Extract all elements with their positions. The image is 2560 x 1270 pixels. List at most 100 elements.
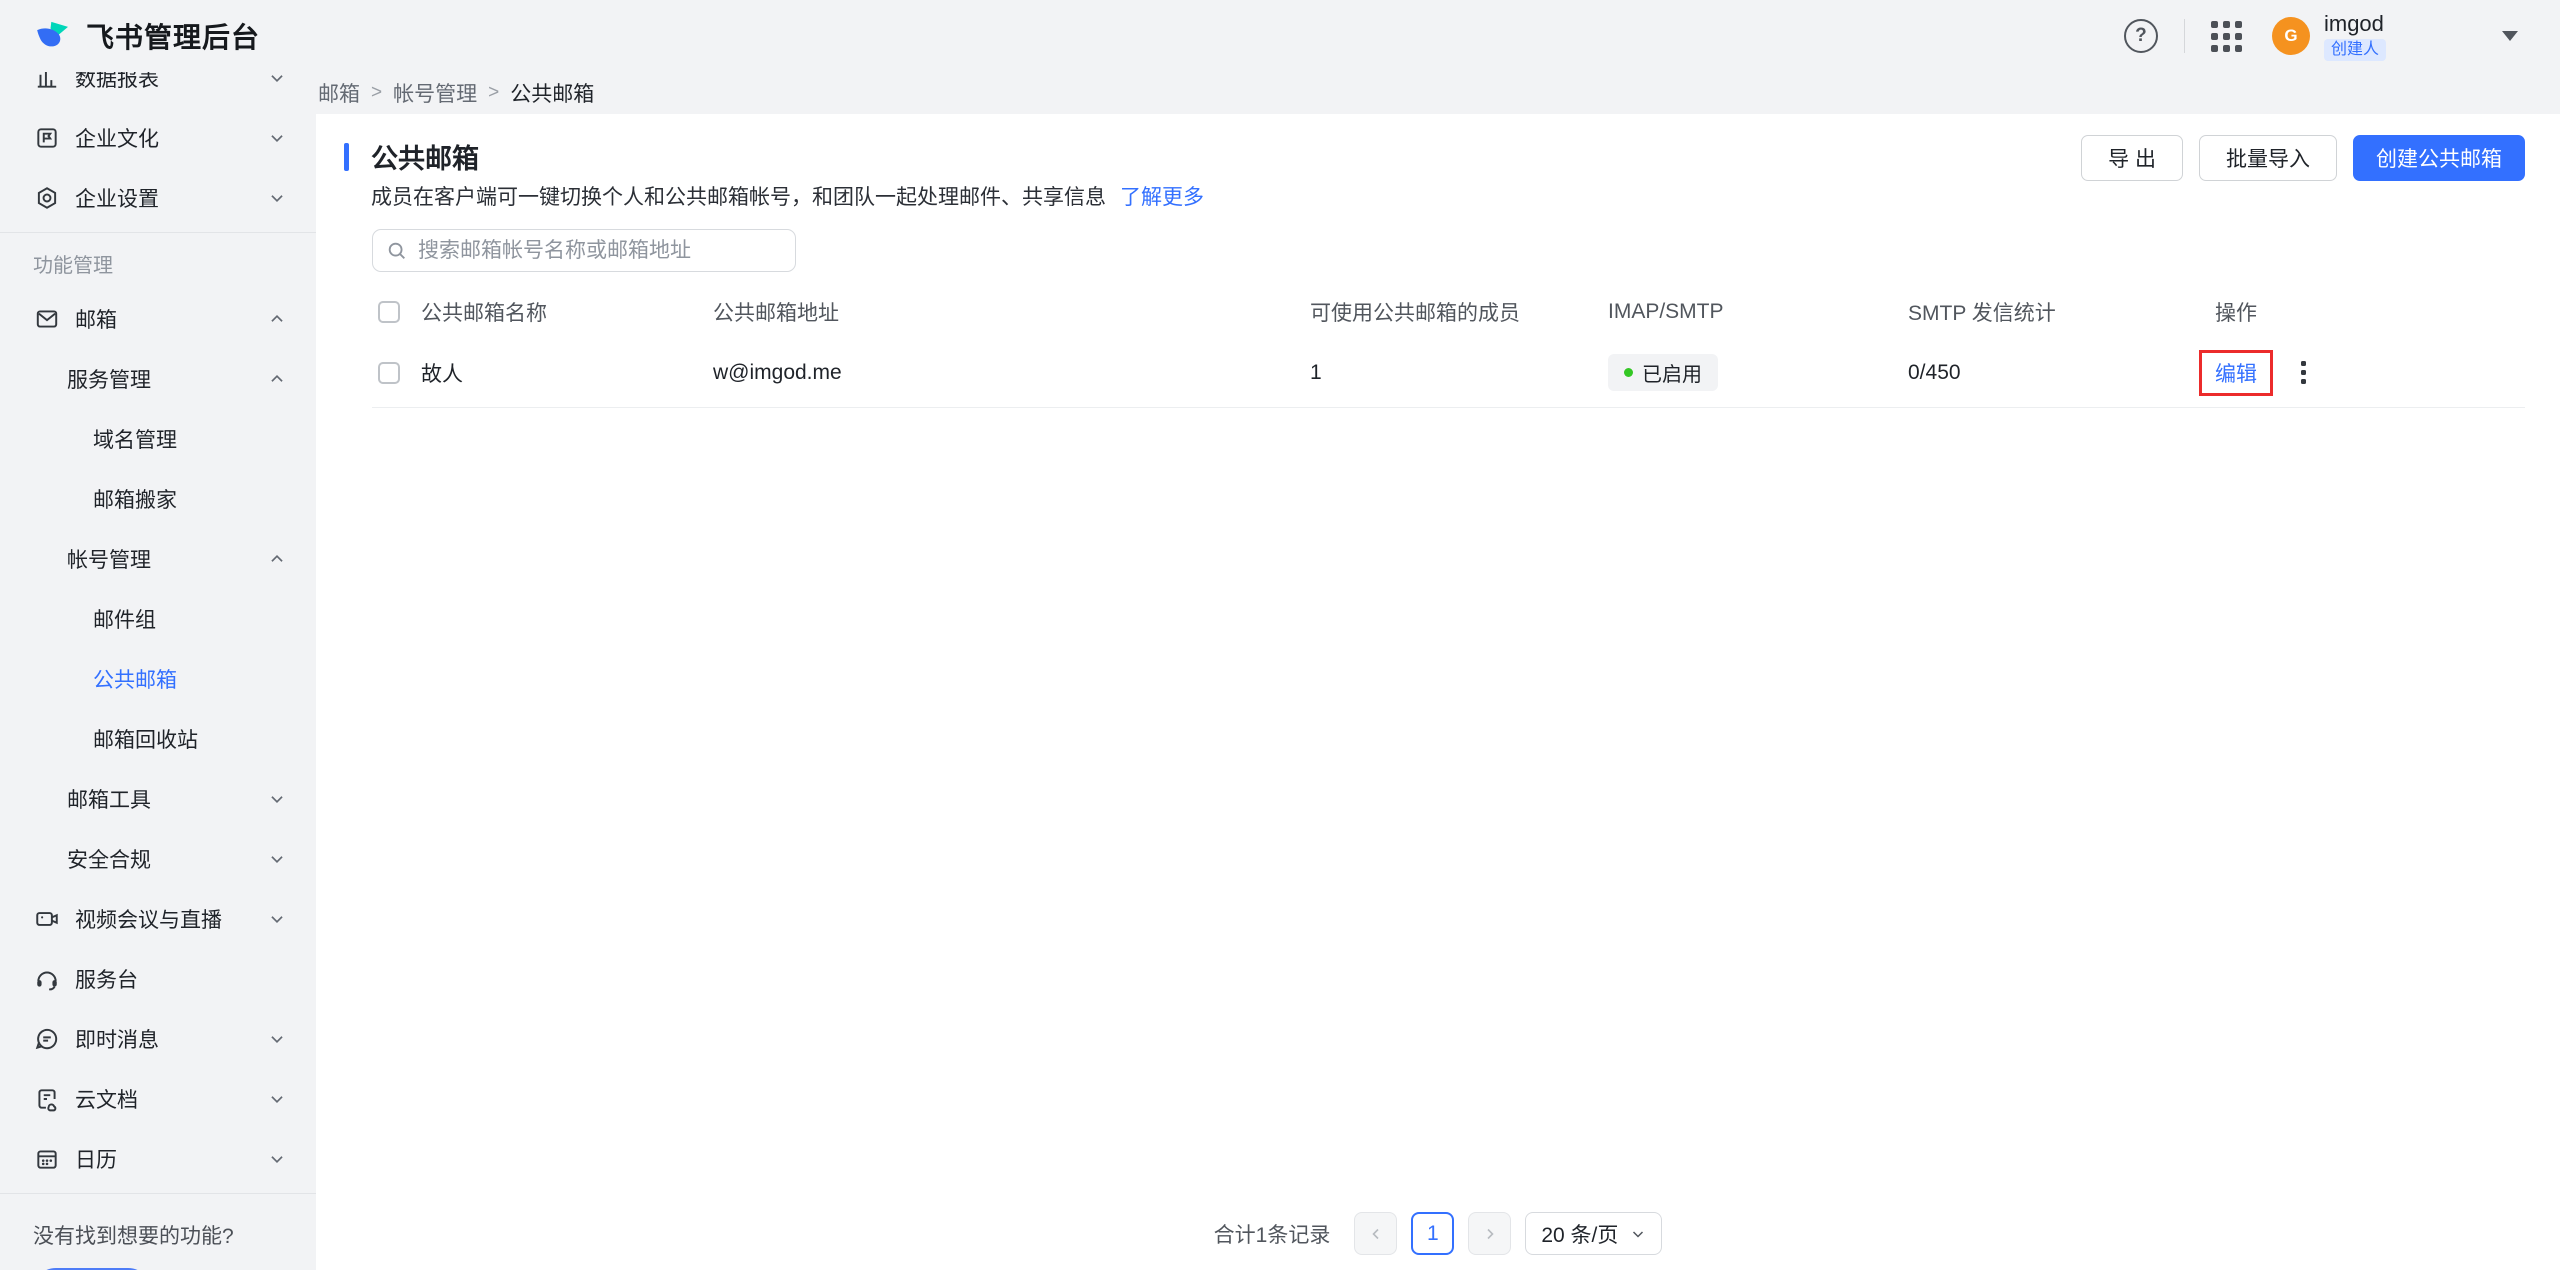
column-header-imap-smtp: IMAP/SMTP xyxy=(1608,300,1908,324)
search-icon xyxy=(386,240,408,262)
sidebar-item-company-settings[interactable]: 企业设置 xyxy=(0,168,316,228)
edit-link[interactable]: 编辑 xyxy=(2215,363,2257,386)
sidebar: 数据报表 企业文化 企业设置 功能管理 xyxy=(0,72,316,1270)
settings-hexagon-icon xyxy=(33,185,60,212)
sidebar-divider xyxy=(0,232,316,233)
topbar-divider xyxy=(2184,19,2185,53)
title-accent-bar xyxy=(344,143,349,171)
chevron-down-icon xyxy=(268,129,286,147)
bulk-import-button[interactable]: 批量导入 xyxy=(2199,135,2337,181)
sidebar-item-mailbox-migration[interactable]: 邮箱搬家 xyxy=(0,469,316,529)
avatar[interactable]: G xyxy=(2272,17,2310,55)
sidebar-item-corporate-culture[interactable]: 企业文化 xyxy=(0,108,316,168)
header-actions: 导 出 批量导入 创建公共邮箱 xyxy=(2081,135,2525,181)
bar-chart-icon xyxy=(33,72,60,92)
sidebar-footer-question: 没有找到想要的功能? xyxy=(33,1220,316,1250)
cell-members-count: 1 xyxy=(1310,361,1608,385)
public-mailbox-table: 公共邮箱名称 公共邮箱地址 可使用公共邮箱的成员 IMAP/SMTP SMTP … xyxy=(372,286,2525,408)
chevron-up-icon xyxy=(268,550,286,568)
learn-more-link[interactable]: 了解更多 xyxy=(1120,186,1204,209)
breadcrumb-account-management[interactable]: 帐号管理 xyxy=(393,78,477,108)
prev-page-button[interactable] xyxy=(1354,1212,1397,1255)
calendar-icon xyxy=(33,1146,60,1173)
main-content: 公共邮箱 成员在客户端可一键切换个人和公共邮箱帐号，和团队一起处理邮件、共享信息… xyxy=(316,114,2560,1270)
chevron-up-icon xyxy=(268,370,286,388)
sidebar-item-cloud-docs[interactable]: 云文档 xyxy=(0,1069,316,1129)
sidebar-item-domain-management[interactable]: 域名管理 xyxy=(0,409,316,469)
sidebar-divider xyxy=(0,1193,316,1194)
cell-mailbox-name: 故人 xyxy=(421,358,713,388)
sidebar-item-account-management[interactable]: 帐号管理 xyxy=(0,529,316,589)
chevron-down-icon xyxy=(268,1090,286,1108)
table-header: 公共邮箱名称 公共邮箱地址 可使用公共邮箱的成员 IMAP/SMTP SMTP … xyxy=(372,286,2525,338)
sidebar-item-service-management[interactable]: 服务管理 xyxy=(0,349,316,409)
chevron-down-icon xyxy=(268,1030,286,1048)
search-input[interactable] xyxy=(418,239,782,263)
chevron-down-icon xyxy=(268,189,286,207)
user-role-badge: 创建人 xyxy=(2324,39,2386,61)
kebab-menu-icon[interactable] xyxy=(2297,357,2310,388)
row-checkbox[interactable] xyxy=(378,362,400,384)
cloud-doc-icon xyxy=(33,1086,60,1113)
sidebar-item-mail[interactable]: 邮箱 xyxy=(0,289,316,349)
select-all-checkbox[interactable] xyxy=(378,301,400,323)
breadcrumb-mail[interactable]: 邮箱 xyxy=(318,78,360,108)
status-dot-icon xyxy=(1624,368,1633,377)
pagination-total: 合计1条记录 xyxy=(1214,1219,1331,1249)
column-header-name: 公共邮箱名称 xyxy=(421,297,713,327)
culture-flag-icon xyxy=(33,125,60,152)
pagination: 合计1条记录 1 20 条/页 xyxy=(316,1212,2560,1255)
user-name: imgod xyxy=(2324,11,2384,36)
cell-mailbox-address: w@imgod.me xyxy=(713,361,1310,385)
status-badge: 已启用 xyxy=(1608,354,1718,391)
feishu-logo-icon xyxy=(33,16,73,56)
sidebar-item-data-report[interactable]: 数据报表 xyxy=(0,72,316,108)
chevron-down-icon xyxy=(1630,1226,1646,1242)
topbar-right: ? G imgod 创建人 xyxy=(2124,11,2518,62)
cell-imap-status: 已启用 xyxy=(1608,354,1908,391)
headset-icon xyxy=(33,966,60,993)
annotation-red-box: 编辑 xyxy=(2199,350,2273,396)
sidebar-item-mailbox-recycle-bin[interactable]: 邮箱回收站 xyxy=(0,709,316,769)
next-page-button[interactable] xyxy=(1468,1212,1511,1255)
page-description: 成员在客户端可一键切换个人和公共邮箱帐号，和团队一起处理邮件、共享信息了解更多 xyxy=(371,181,1204,211)
mail-icon xyxy=(33,306,60,333)
column-header-address: 公共邮箱地址 xyxy=(713,297,1310,327)
breadcrumb: 邮箱 > 帐号管理 > 公共邮箱 xyxy=(318,72,594,114)
caret-down-icon[interactable] xyxy=(2502,31,2518,41)
sidebar-item-calendar[interactable]: 日历 xyxy=(0,1129,316,1189)
app-logo: 飞书管理后台 xyxy=(33,16,260,56)
video-camera-icon xyxy=(33,906,60,933)
search-box[interactable] xyxy=(372,229,796,272)
export-button[interactable]: 导 出 xyxy=(2081,135,2183,181)
table-row: 故人 w@imgod.me 1 已启用 0/450 编辑 xyxy=(372,338,2525,408)
create-public-mailbox-button[interactable]: 创建公共邮箱 xyxy=(2353,135,2525,181)
sidebar-item-security-compliance[interactable]: 安全合规 xyxy=(0,829,316,889)
column-header-members: 可使用公共邮箱的成员 xyxy=(1310,297,1608,327)
current-page-button[interactable]: 1 xyxy=(1411,1212,1454,1255)
user-meta[interactable]: imgod 创建人 xyxy=(2324,11,2386,62)
sidebar-item-service-desk[interactable]: 服务台 xyxy=(0,949,316,1009)
product-title: 飞书管理后台 xyxy=(86,16,260,56)
apps-grid-icon[interactable] xyxy=(2211,21,2242,52)
sidebar-item-instant-message[interactable]: 即时消息 xyxy=(0,1009,316,1069)
chevron-down-icon xyxy=(268,1150,286,1168)
column-header-actions: 操作 xyxy=(2215,297,2525,327)
sidebar-item-public-mailbox[interactable]: 公共邮箱 xyxy=(0,649,316,709)
help-icon[interactable]: ? xyxy=(2124,19,2158,53)
breadcrumb-separator: > xyxy=(371,82,382,104)
sidebar-item-mail-group[interactable]: 邮件组 xyxy=(0,589,316,649)
chat-bubble-icon xyxy=(33,1026,60,1053)
topbar: 飞书管理后台 ? G imgod 创建人 xyxy=(0,0,2560,72)
chevron-up-icon xyxy=(268,310,286,328)
chevron-down-icon xyxy=(268,790,286,808)
page-size-select[interactable]: 20 条/页 xyxy=(1525,1212,1662,1255)
sidebar-item-video-meeting-live[interactable]: 视频会议与直播 xyxy=(0,889,316,949)
page-title: 公共邮箱 xyxy=(371,137,479,176)
cell-smtp-stats: 0/450 xyxy=(1908,361,2215,385)
sidebar-section-function-management: 功能管理 xyxy=(0,237,316,289)
chevron-down-icon xyxy=(268,72,286,87)
sidebar-item-mailbox-tools[interactable]: 邮箱工具 xyxy=(0,769,316,829)
chevron-down-icon xyxy=(268,910,286,928)
column-header-smtp-stats: SMTP 发信统计 xyxy=(1908,297,2215,327)
